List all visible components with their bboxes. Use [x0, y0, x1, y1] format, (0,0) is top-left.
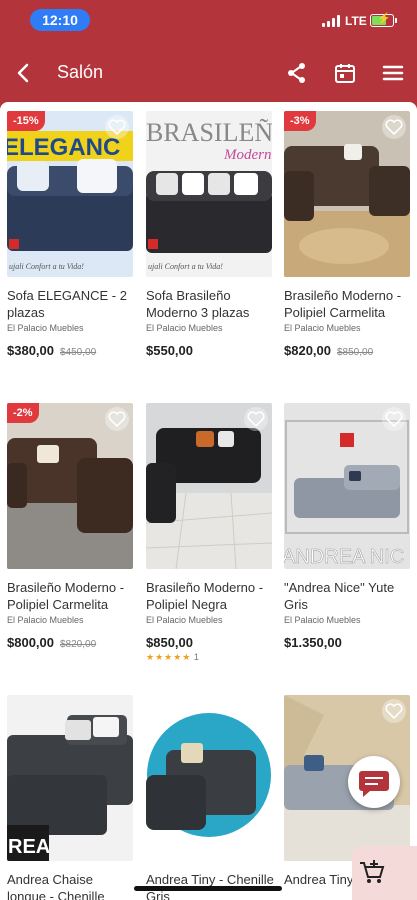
product-image: [146, 403, 272, 569]
home-indicator: [134, 886, 282, 891]
price: $380,00: [7, 343, 54, 358]
heart-icon: [385, 119, 403, 136]
rating-count: 1: [193, 652, 199, 662]
price: $800,00: [7, 635, 54, 650]
product-card[interactable]: -3% Brasileño Moderno - Polipiel Carmeli…: [284, 111, 412, 358]
product-image: ELEGANC ujali Confort a tu Vida! -15%: [7, 111, 133, 277]
chat-icon: [359, 771, 389, 797]
product-name: Brasileño Moderno - Polipiel Carmelita: [7, 580, 125, 612]
old-price: $820,00: [60, 639, 97, 650]
svg-text:ujali Confort a tu Vida!: ujali Confort a tu Vida!: [9, 262, 84, 271]
calendar-icon: [335, 64, 355, 83]
network-label: LTE: [345, 14, 367, 28]
product-image: -2%: [7, 403, 133, 569]
price: $550,00: [146, 343, 193, 358]
price: $820,00: [284, 343, 331, 358]
store-name: El Palacio Muebles: [146, 323, 223, 333]
store-name: El Palacio Muebles: [284, 615, 361, 625]
status-time: 12:10: [30, 9, 90, 31]
store-name: El Palacio Muebles: [284, 323, 361, 333]
svg-text:BRASILEÑO: BRASILEÑO: [146, 118, 272, 147]
heart-icon: [385, 703, 403, 720]
heart-icon: [108, 119, 126, 136]
product-image: -3%: [284, 111, 410, 277]
product-card[interactable]: REA Andrea Chaise longue - Chenille: [7, 695, 135, 900]
star-icons: ★★★★★: [146, 652, 192, 662]
product-name: Andrea Chaise longue - Chenille: [7, 872, 105, 900]
discount-badge: -15%: [7, 111, 45, 131]
signal-icon: [322, 15, 340, 27]
share-button[interactable]: [285, 61, 309, 85]
status-bar: 12:10 LTE ⚡: [0, 0, 417, 44]
chat-button[interactable]: [348, 756, 400, 808]
old-price: $850,00: [337, 347, 374, 358]
store-name: El Palacio Muebles: [7, 615, 84, 625]
menu-button[interactable]: [381, 61, 405, 85]
favorite-button[interactable]: [382, 407, 406, 431]
discount-badge: -3%: [284, 111, 316, 131]
svg-text:Moderno: Moderno: [223, 147, 272, 163]
catalog-button[interactable]: [333, 61, 357, 85]
product-card[interactable]: Brasileño Moderno - Polipiel Negra El Pa…: [146, 403, 274, 663]
heart-icon: [247, 411, 265, 428]
share-icon: [288, 63, 305, 83]
discount-badge: -2%: [7, 403, 39, 423]
favorite-button[interactable]: [105, 407, 129, 431]
back-button[interactable]: [12, 60, 36, 86]
favorite-button[interactable]: [244, 699, 268, 723]
product-name: Brasileño Moderno - Polipiel Carmelita: [284, 288, 402, 320]
price: $850,00: [146, 635, 193, 650]
svg-text:ujali Confort a tu Vida!: ujali Confort a tu Vida!: [148, 262, 223, 271]
battery-tip: [395, 18, 397, 23]
price: $1.350,00: [284, 635, 342, 650]
product-card[interactable]: Andrea Tiny - Chenille Gris: [146, 695, 274, 900]
product-image: BRASILEÑO Moderno ujali Confort a tu Vid…: [146, 111, 272, 277]
cart-icon: [360, 860, 385, 883]
svg-text:REA: REA: [8, 836, 50, 858]
rating: ★★★★★ 1: [146, 652, 274, 663]
app-bar: Salón: [0, 44, 417, 102]
store-name: El Palacio Muebles: [146, 615, 223, 625]
product-card[interactable]: BRASILEÑO Moderno ujali Confort a tu Vid…: [146, 111, 274, 358]
old-price: $450,00: [60, 347, 97, 358]
heart-icon: [247, 703, 265, 720]
product-name: "Andrea Nice" Yute Gris: [284, 580, 395, 612]
product-card[interactable]: ELEGANC ujali Confort a tu Vida! -15% So…: [7, 111, 135, 358]
favorite-button[interactable]: [382, 699, 406, 723]
heart-icon: [385, 411, 403, 428]
back-arrow-icon: [17, 63, 29, 83]
product-card[interactable]: -2% Brasileño Moderno - Polipiel Carmeli…: [7, 403, 135, 650]
hamburger-menu-icon: [382, 65, 404, 81]
favorite-button[interactable]: [105, 115, 129, 139]
favorite-button[interactable]: [382, 115, 406, 139]
battery-icon: ⚡: [370, 13, 394, 27]
page-title: Salón: [57, 62, 104, 82]
product-name: Sofa ELEGANCE - 2 plazas: [7, 288, 127, 320]
product-image: ANDREA NIC: [284, 403, 410, 569]
favorite-button[interactable]: [244, 407, 268, 431]
svg-text:ELEGANC: ELEGANC: [7, 134, 120, 161]
svg-text:ANDREA NIC: ANDREA NIC: [284, 546, 404, 568]
product-name: Sofa Brasileño Moderno 3 plazas: [146, 288, 250, 320]
store-name: El Palacio Muebles: [7, 323, 84, 333]
product-name: Brasileño Moderno - Polipiel Negra: [146, 580, 264, 612]
product-card[interactable]: ANDREA NIC "Andrea Nice" Yute Gris El Pa…: [284, 403, 412, 650]
heart-icon: [108, 411, 126, 428]
product-image: [146, 695, 272, 861]
cart-button[interactable]: [352, 846, 417, 900]
product-image: REA: [7, 695, 133, 861]
